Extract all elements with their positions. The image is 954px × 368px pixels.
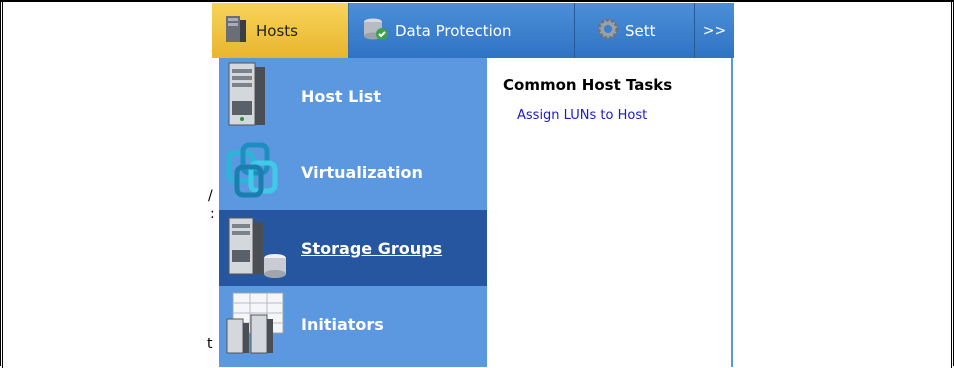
common-tasks-panel: Common Host Tasks Assign LUNs to Host (487, 58, 733, 367)
menu-item-label: Host List (301, 86, 381, 106)
menu-item-virtualization[interactable]: Virtualization (219, 134, 487, 210)
tab-data-protection[interactable]: Data Protection (349, 3, 575, 58)
gear-icon (595, 16, 621, 46)
main-nav-bar: Hosts Data Protection Sett >> (212, 3, 734, 58)
server-tower-icon (223, 61, 267, 131)
initiators-grid-icon (223, 289, 287, 359)
server-icon (224, 15, 248, 47)
tab-settings[interactable]: Sett (575, 3, 695, 58)
menu-item-label: Storage Groups (301, 238, 443, 258)
background-text: t (207, 336, 213, 352)
menu-item-initiators[interactable]: Initiators (219, 286, 487, 362)
frame-right-edge (951, 1, 952, 368)
server-storage-icon (223, 214, 289, 282)
tab-data-protection-label: Data Protection (395, 21, 512, 40)
common-tasks-title: Common Host Tasks (503, 76, 673, 94)
hosts-dropdown-menu: Host List Virtualization Storage Groups … (219, 58, 733, 367)
virtualization-rings-icon (223, 139, 283, 205)
background-text: : (210, 206, 215, 222)
tab-hosts[interactable]: Hosts (212, 3, 349, 58)
tab-hosts-label: Hosts (256, 21, 298, 40)
database-shield-icon (363, 17, 389, 45)
background-text: / (208, 188, 213, 204)
more-tabs-button[interactable]: >> (695, 3, 734, 58)
frame-left-edge (2, 1, 3, 368)
menu-item-label: Initiators (301, 314, 384, 334)
menu-item-label: Virtualization (301, 162, 423, 182)
tab-settings-label: Sett (625, 21, 656, 40)
menu-item-host-list[interactable]: Host List (219, 58, 487, 134)
assign-luns-link[interactable]: Assign LUNs to Host (517, 108, 647, 123)
menu-items-column: Host List Virtualization Storage Groups … (219, 58, 487, 367)
menu-item-storage-groups[interactable]: Storage Groups (219, 210, 487, 286)
more-icon: >> (702, 22, 727, 39)
